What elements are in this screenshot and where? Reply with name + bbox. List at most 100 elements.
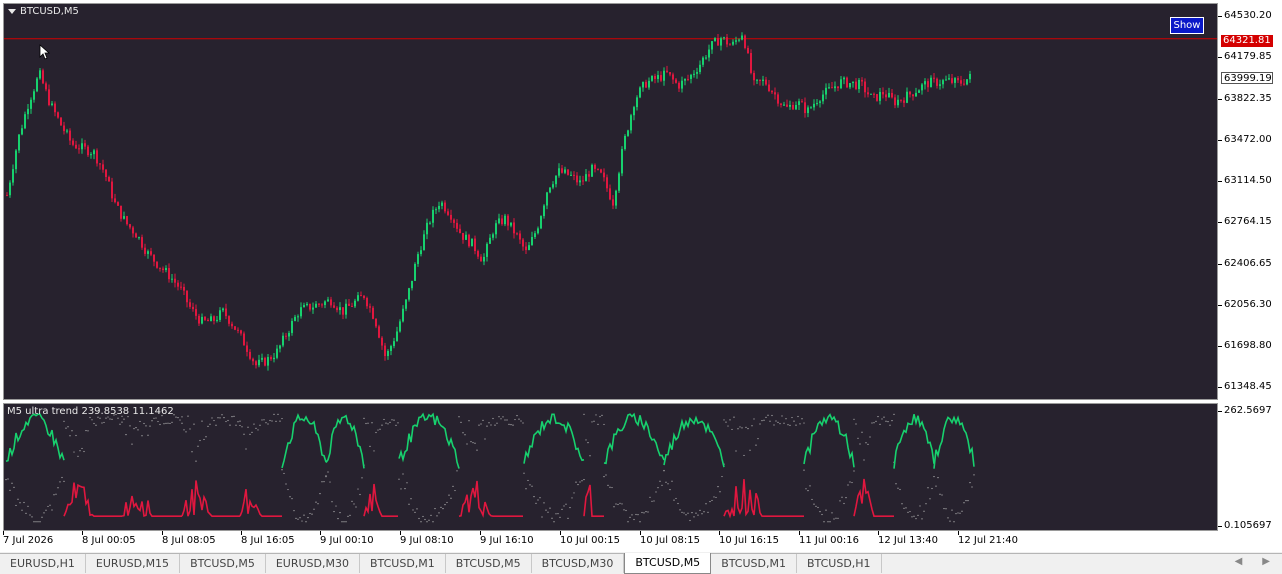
candle-body: [675, 79, 677, 83]
chart-tab[interactable]: BTCUSD,M1: [711, 554, 797, 573]
candle-body: [258, 359, 260, 366]
indicator-dotted-point: [357, 488, 359, 490]
indicator-dotted-point: [61, 476, 63, 479]
chart-tab[interactable]: EURUSD,M30: [266, 554, 360, 573]
indicator-dotted-point: [873, 422, 875, 424]
indicator-dotted-point: [105, 417, 107, 419]
ultra-trend-indicator-plot[interactable]: [4, 404, 1217, 530]
chart-menu-triangle-icon[interactable]: [8, 9, 16, 14]
candle-body: [183, 286, 185, 291]
indicator-dotted-point: [315, 501, 317, 503]
indicator-dotted-point: [675, 497, 677, 500]
indicator-dotted-point: [169, 422, 171, 425]
candle-body: [570, 174, 572, 176]
candle-body: [531, 237, 533, 246]
indicator-dotted-point: [781, 415, 783, 417]
indicator-dotted-point: [603, 476, 605, 478]
time-axis[interactable]: 7 Jul 2026 8 Jul 00:05 8 Jul 08:05 8 Jul 16…: [0, 531, 1282, 551]
candle-body: [261, 357, 263, 360]
time-tick-mark: [480, 531, 481, 535]
indicator-dotted-point: [329, 481, 331, 483]
chart-window[interactable]: BTCUSD,M5 Show M5 ultra trend 239.8538 1…: [0, 0, 1282, 552]
scroll-right-icon[interactable]: ▶: [1262, 556, 1270, 567]
candle-body: [720, 38, 722, 46]
chart-tab[interactable]: BTCUSD,H1: [797, 554, 882, 573]
chart-tab[interactable]: BTCUSD,M1: [360, 554, 446, 573]
candlestick-chart[interactable]: [4, 4, 1217, 399]
candle-body: [276, 348, 278, 358]
indicator-dotted-point: [303, 514, 305, 516]
price-axis[interactable]: 64530.20 64179.85 63822.35 63472.00 63114.50…: [1218, 3, 1282, 531]
indicator-dotted-point: [395, 424, 397, 426]
candle-body: [846, 77, 848, 88]
price-tick-label: 63114.50: [1218, 175, 1272, 187]
price-chart-pane[interactable]: BTCUSD,M5 Show: [3, 3, 1218, 400]
candle-body: [615, 190, 617, 206]
chart-tab[interactable]: BTCUSD,M5: [446, 554, 532, 573]
scroll-left-icon[interactable]: ◀: [1235, 556, 1243, 567]
candle-body: [618, 173, 620, 191]
candle-body: [936, 78, 938, 86]
candle-body: [135, 233, 137, 238]
indicator-dotted-point: [963, 502, 965, 504]
candle-body: [723, 37, 725, 39]
candle-body: [942, 80, 944, 85]
indicator-dotted-point: [247, 426, 249, 428]
indicator-dotted-point: [454, 489, 456, 492]
candle-body: [243, 333, 245, 346]
candle-body: [855, 81, 857, 90]
candle-body: [393, 341, 395, 347]
candle-body: [387, 350, 389, 357]
indicator-dotted-point: [259, 424, 261, 426]
indicator-dotted-point: [57, 487, 59, 489]
indicator-dotted-point: [683, 512, 685, 514]
indicator-dotted-point: [191, 451, 193, 453]
indicator-dotted-point: [488, 422, 490, 424]
indicator-dotted-point: [367, 422, 369, 424]
candle-body: [315, 303, 317, 308]
candle-body: [201, 316, 203, 324]
indicator-dotted-point: [523, 472, 525, 474]
indicator-dotted-point: [371, 422, 373, 424]
indicator-dotted-point: [323, 481, 325, 483]
indicator-dotted-point: [111, 418, 113, 420]
indicator-dotted-point: [201, 420, 203, 422]
show-button[interactable]: Show: [1170, 17, 1204, 34]
indicator-dotted-point: [971, 486, 973, 488]
indicator-dotted-point: [63, 420, 65, 422]
indicator-pane[interactable]: M5 ultra trend 239.8538 11.1462: [3, 403, 1218, 531]
indicator-dotted-point: [337, 518, 339, 520]
indicator-dotted-point: [659, 480, 661, 482]
indicator-dotted-point: [655, 491, 657, 493]
candle-body: [336, 307, 338, 311]
candle-body: [792, 104, 794, 110]
candle-body: [372, 307, 374, 319]
chart-tab[interactable]: BTCUSD,M5: [180, 554, 266, 573]
candle-body: [429, 222, 431, 224]
indicator-dotted-point: [389, 421, 391, 423]
candle-body: [801, 101, 803, 103]
indicator-dotted-point: [693, 516, 695, 518]
indicator-dotted-point: [512, 424, 514, 426]
indicator-bull-line: [5, 413, 65, 462]
indicator-dotted-point: [125, 433, 127, 436]
candle-body: [921, 84, 923, 91]
chart-symbol-label[interactable]: BTCUSD,M5: [8, 6, 79, 17]
candle-body: [540, 216, 542, 229]
indicator-dotted-point: [295, 517, 297, 520]
indicator-dotted-point: [851, 481, 853, 484]
indicator-dotted-point: [333, 510, 335, 513]
candle-body: [633, 107, 635, 116]
indicator-dotted-point: [67, 426, 69, 428]
candle-body: [483, 256, 485, 262]
chart-tab[interactable]: BTCUSD,M5: [624, 553, 712, 574]
indicator-dotted-point: [416, 508, 418, 510]
chart-tab[interactable]: EURUSD,H1: [0, 554, 86, 573]
indicator-dotted-point: [383, 418, 385, 421]
indicator-dotted-point: [831, 512, 833, 514]
indicator-dotted-point: [667, 483, 669, 485]
candle-body: [900, 99, 902, 101]
chart-tab[interactable]: BTCUSD,M30: [532, 554, 625, 573]
indicator-dotted-point: [753, 418, 755, 420]
chart-tab[interactable]: EURUSD,M15: [86, 554, 181, 573]
